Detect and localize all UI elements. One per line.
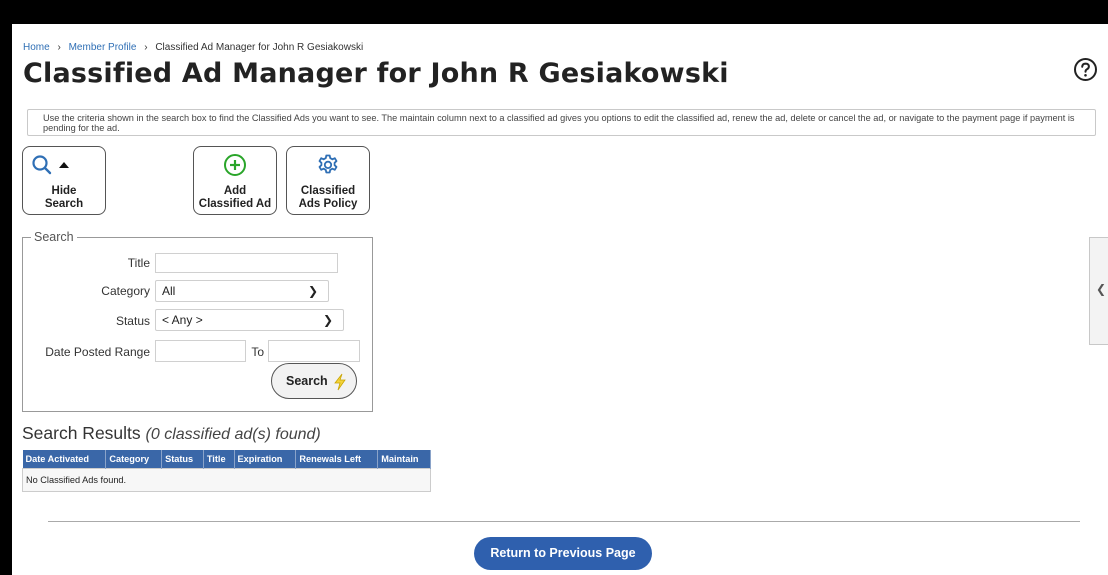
info-box: Use the criteria shown in the search box… (27, 109, 1096, 136)
search-button-label: Search (286, 374, 328, 388)
add-classified-ad-label-line1: Add (223, 185, 247, 197)
date-to-input[interactable] (268, 340, 360, 362)
status-selected-value: < Any > (162, 313, 203, 327)
column-header[interactable]: Category (105, 450, 163, 469)
category-select[interactable]: All ❯ (155, 280, 329, 302)
add-classified-ad-label-line2: Classified Ad (198, 198, 272, 210)
status-label: Status (115, 314, 150, 328)
results-heading: Search Results (0 classified ad(s) found… (22, 423, 321, 444)
column-header[interactable]: Maintain (377, 450, 431, 469)
breadcrumb-member-profile-link[interactable]: Member Profile (69, 42, 137, 53)
search-button[interactable]: Search (271, 363, 357, 399)
info-text: Use the criteria shown in the search box… (43, 113, 1075, 133)
lightning-icon (334, 373, 346, 391)
policy-label-line2: Ads Policy (298, 198, 358, 210)
search-legend: Search (34, 230, 74, 244)
chevron-down-icon: ❯ (322, 313, 333, 327)
column-header[interactable]: Status (161, 450, 204, 469)
breadcrumb-separator: › (57, 42, 61, 53)
policy-label-line1: Classified (300, 185, 356, 197)
results-table: Date Activated Category Status Title Exp… (22, 450, 431, 492)
side-panel-toggle[interactable]: ❮ (1089, 237, 1108, 345)
page-title: Classified Ad Manager for John R Gesiako… (23, 58, 729, 89)
table-row: No Classified Ads found. (22, 468, 431, 492)
column-header[interactable]: Renewals Left (295, 450, 379, 469)
page: Home › Member Profile › Classified Ad Ma… (12, 24, 1108, 575)
chevron-down-icon: ❯ (307, 284, 318, 298)
category-label: Category (101, 284, 150, 298)
add-classified-ad-button[interactable]: Add Classified Ad (193, 146, 277, 215)
title-input[interactable] (155, 253, 338, 273)
column-header[interactable]: Expiration (234, 450, 297, 469)
help-icon[interactable] (1073, 57, 1098, 82)
column-header[interactable]: Title (203, 450, 235, 469)
hide-search-label-line2: Search (44, 198, 84, 210)
results-count: (0 classified ad(s) found) (145, 426, 321, 443)
breadcrumb: Home › Member Profile › Classified Ad Ma… (23, 42, 363, 53)
chevron-left-icon: ❮ (1096, 282, 1107, 296)
results-header-row: Date Activated Category Status Title Exp… (22, 450, 431, 469)
category-selected-value: All (162, 284, 176, 298)
date-from-input[interactable] (155, 340, 246, 362)
title-label: Title (127, 256, 150, 270)
date-to-label: To (251, 345, 264, 359)
breadcrumb-current: Classified Ad Manager for John R Gesiako… (155, 42, 364, 53)
search-collapse-icon (32, 155, 69, 175)
hide-search-label-line1: Hide (51, 185, 77, 197)
status-select[interactable]: < Any > ❯ (155, 309, 344, 331)
column-header[interactable]: Date Activated (22, 450, 107, 469)
classified-ads-policy-button[interactable]: Classified Ads Policy (286, 146, 370, 215)
return-to-previous-page-button[interactable]: Return to Previous Page (474, 537, 652, 570)
breadcrumb-separator: › (144, 42, 148, 53)
date-posted-range-label: Date Posted Range (45, 345, 150, 359)
hide-search-button[interactable]: Hide Search (22, 146, 106, 215)
add-circle-icon (224, 154, 246, 176)
gear-icon (318, 154, 338, 174)
breadcrumb-home-link[interactable]: Home (23, 42, 50, 53)
divider (48, 521, 1080, 522)
empty-message: No Classified Ads found. (22, 468, 431, 492)
results-title: Search Results (22, 423, 141, 443)
